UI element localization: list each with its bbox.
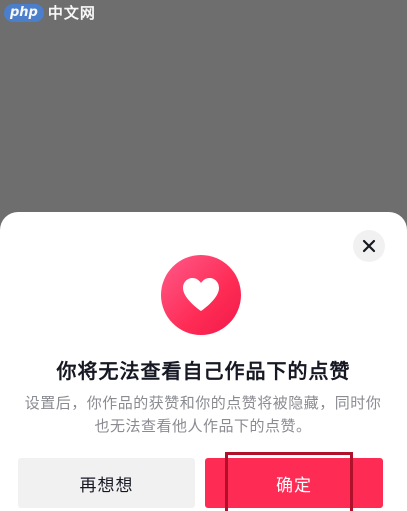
close-button[interactable] — [353, 230, 385, 262]
bottom-sheet-dialog: 你将无法查看自己作品下的点赞 设置后，你作品的获赞和你的点赞将被隐藏，同时你也无… — [0, 212, 407, 511]
dialog-title: 你将无法查看自己作品下的点赞 — [56, 359, 351, 383]
heart-icon — [183, 278, 219, 311]
screen: php 中文网 你将无法查看自己作品下的点赞 设置后，你作品的获赞和你的点赞将被… — [0, 0, 407, 511]
close-icon — [362, 239, 376, 253]
heart-badge — [161, 255, 241, 335]
dialog-description: 设置后，你作品的获赞和你的点赞将被隐藏，同时你也无法查看他人作品下的点赞。 — [24, 394, 382, 435]
cancel-button[interactable]: 再想想 — [18, 458, 195, 508]
watermark-logo: php — [4, 3, 44, 22]
watermark: php 中文网 — [4, 2, 96, 23]
confirm-button[interactable]: 确定 — [205, 458, 383, 508]
watermark-site-name: 中文网 — [47, 4, 96, 22]
